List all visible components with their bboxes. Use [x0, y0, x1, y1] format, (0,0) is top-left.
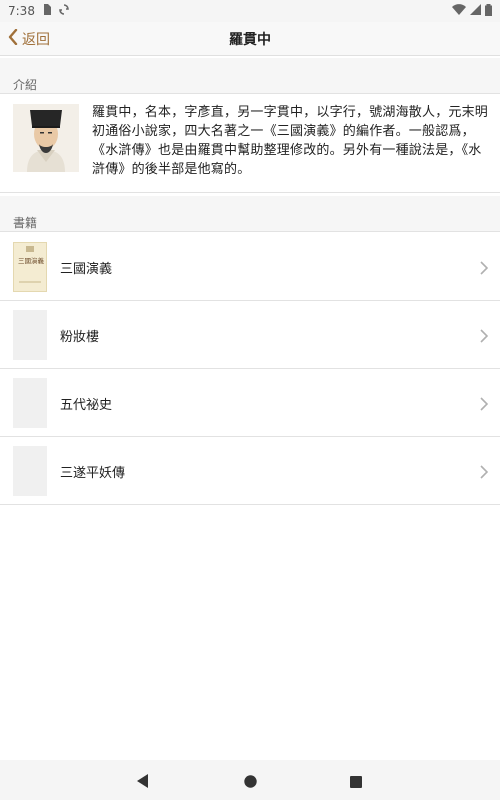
sim-card-icon: [43, 4, 51, 18]
book-title: 粉妝樓: [60, 329, 100, 345]
book-cover-title: 三國演義: [18, 257, 44, 265]
book-title: 五代祕史: [60, 397, 113, 413]
home-circle-icon[interactable]: [244, 773, 257, 792]
book-title: 三國演義: [60, 261, 113, 277]
book-cover-placeholder: [13, 446, 47, 496]
recents-square-icon[interactable]: [350, 773, 362, 792]
status-bar: 7:38: [0, 0, 500, 22]
chevron-right-icon: [480, 396, 489, 411]
chevron-right-icon: [480, 260, 489, 275]
back-label: 返回: [22, 32, 50, 48]
status-time: 7:38: [8, 4, 35, 18]
chevron-right-icon: [480, 464, 489, 479]
navigation-bar: 返回 羅貫中: [0, 22, 500, 56]
back-button[interactable]: 返回: [8, 22, 50, 56]
book-row-sansuipingyao[interactable]: 三遂平妖傳: [0, 437, 500, 505]
author-intro: 羅貫中，名本，字彥直，另一字貫中，以字行，號湖海散人，元末明初通俗小說家，四大名…: [0, 95, 500, 193]
wifi-icon: [452, 4, 466, 18]
book-row-wudaimishi[interactable]: 五代祕史: [0, 369, 500, 437]
signal-icon: [470, 4, 481, 18]
back-triangle-icon[interactable]: [137, 773, 149, 792]
page-title: 羅貫中: [229, 31, 271, 48]
intro-header-label: 介紹: [13, 78, 38, 92]
book-row-fenzhuanglou[interactable]: 粉妝樓: [0, 301, 500, 369]
system-navigation-bar: [0, 760, 500, 800]
books-header-label: 書籍: [13, 216, 38, 230]
book-row-sanguo[interactable]: 三國演義 三國演義: [0, 233, 500, 301]
book-cover-placeholder: [13, 378, 47, 428]
book-title: 三遂平妖傳: [60, 465, 126, 481]
intro-section-header: 介紹: [0, 58, 500, 94]
chevron-right-icon: [480, 328, 489, 343]
book-cover: 三國演義: [13, 242, 47, 292]
books-section-header: 書籍: [0, 196, 500, 232]
battery-icon: [485, 3, 492, 19]
book-cover-placeholder: [13, 310, 47, 360]
chevron-left-icon: [8, 28, 18, 49]
book-list: 三國演義 三國演義 粉妝樓 五代祕史 三遂平妖傳: [0, 233, 500, 505]
intro-text: 羅貫中，名本，字彥直，另一字貫中，以字行，號湖海散人，元末明初通俗小說家，四大名…: [92, 105, 489, 177]
author-portrait: [13, 104, 79, 172]
sync-icon: [59, 4, 69, 18]
